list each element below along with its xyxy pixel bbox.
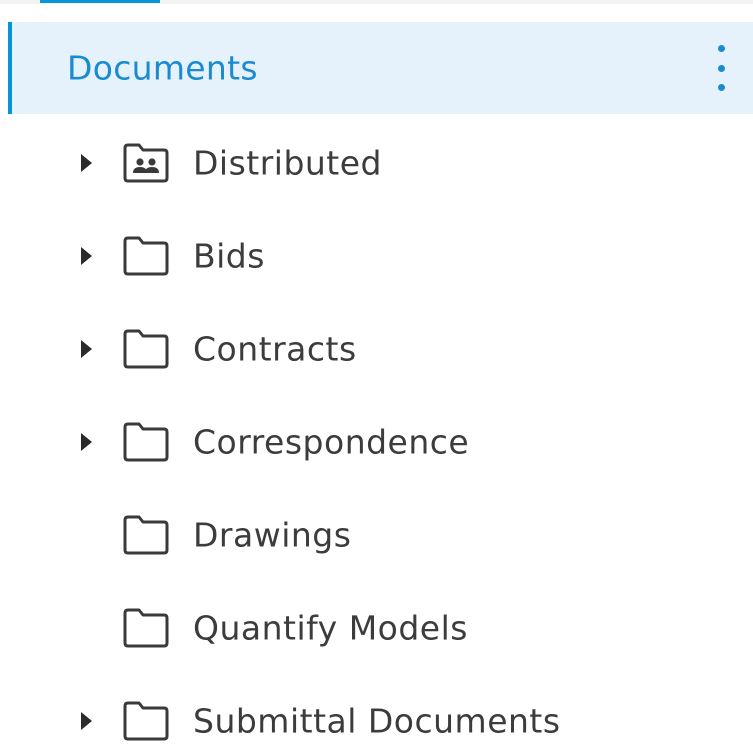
- folder-tree-panel: Documents Distributed Bids Contracts Cor…: [0, 0, 753, 754]
- folder-label: Quantify Models: [193, 608, 468, 647]
- top-divider: [0, 0, 753, 4]
- folder-icon: [121, 607, 171, 649]
- expand-caret-icon[interactable]: [81, 711, 92, 730]
- folder-icon: [121, 514, 171, 556]
- folder-label: Submittal Documents: [193, 701, 561, 740]
- folder-item-quantify-models[interactable]: Quantify Models: [0, 581, 753, 674]
- folder-item-distributed[interactable]: Distributed: [0, 116, 753, 209]
- more-vertical-icon[interactable]: [711, 45, 731, 91]
- expand-caret-icon[interactable]: [81, 153, 92, 172]
- folder-label: Contracts: [193, 329, 357, 368]
- folder-label: Drawings: [193, 515, 352, 554]
- folder-item-correspondence[interactable]: Correspondence: [0, 395, 753, 488]
- folder-item-submittal-documents[interactable]: Submittal Documents: [0, 674, 753, 754]
- folder-label: Distributed: [193, 143, 382, 182]
- folder-list: Distributed Bids Contracts Correspondenc…: [0, 116, 753, 754]
- folder-icon: [121, 700, 171, 742]
- folder-item-bids[interactable]: Bids: [0, 209, 753, 302]
- expand-caret-icon[interactable]: [81, 246, 92, 265]
- folder-item-drawings[interactable]: Drawings: [0, 488, 753, 581]
- expand-caret-icon[interactable]: [81, 339, 92, 358]
- folder-label: Bids: [193, 236, 265, 275]
- tree-root-documents[interactable]: Documents: [8, 22, 753, 114]
- folder-icon: [121, 328, 171, 370]
- tree-root-label: Documents: [67, 48, 258, 88]
- active-tab-indicator: [40, 0, 160, 3]
- folder-icon: [121, 235, 171, 277]
- shared-folder-icon: [121, 142, 171, 184]
- expand-caret-icon[interactable]: [81, 432, 92, 451]
- folder-icon: [121, 421, 171, 463]
- folder-label: Correspondence: [193, 422, 470, 461]
- folder-item-contracts[interactable]: Contracts: [0, 302, 753, 395]
